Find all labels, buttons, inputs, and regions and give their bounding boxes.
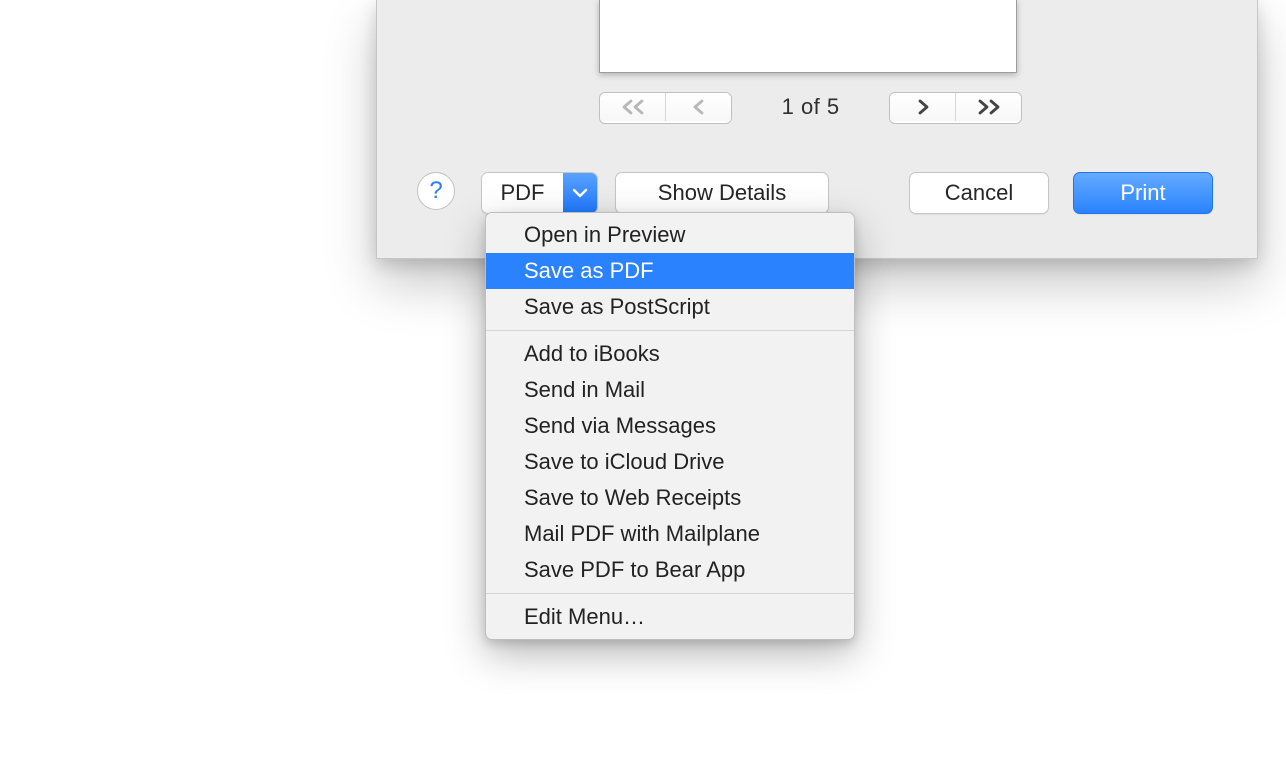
dialog-footer: ? PDF Show Details Cancel Print bbox=[417, 172, 1217, 212]
menu-group-2: Add to iBooksSend in MailSend via Messag… bbox=[486, 336, 854, 588]
menu-separator bbox=[486, 330, 854, 331]
show-details-button[interactable]: Show Details bbox=[615, 172, 829, 214]
cancel-button[interactable]: Cancel bbox=[909, 172, 1049, 214]
print-button[interactable]: Print bbox=[1073, 172, 1213, 214]
menu-item[interactable]: Save to Web Receipts bbox=[486, 480, 854, 516]
preview-navigation: 1 of 5 bbox=[599, 92, 1247, 122]
menu-item[interactable]: Save PDF to Bear App bbox=[486, 552, 854, 588]
nav-forward-segment bbox=[889, 92, 1022, 124]
chevron-right-icon bbox=[914, 99, 932, 115]
prev-page-button[interactable] bbox=[665, 93, 731, 121]
page-indicator: 1 of 5 bbox=[736, 92, 886, 122]
help-icon: ? bbox=[429, 177, 442, 205]
menu-item[interactable]: Edit Menu… bbox=[486, 599, 854, 635]
chevron-down-icon bbox=[572, 188, 588, 198]
pdf-dropdown[interactable]: PDF bbox=[481, 172, 598, 214]
menu-item[interactable]: Send via Messages bbox=[486, 408, 854, 444]
menu-item[interactable]: Save as PostScript bbox=[486, 289, 854, 325]
menu-item[interactable]: Mail PDF with Mailplane bbox=[486, 516, 854, 552]
menu-item[interactable]: Save as PDF bbox=[486, 253, 854, 289]
menu-item[interactable]: Save to iCloud Drive bbox=[486, 444, 854, 480]
menu-group-3: Edit Menu… bbox=[486, 599, 854, 635]
double-chevron-left-icon bbox=[618, 99, 648, 115]
first-page-button[interactable] bbox=[600, 93, 665, 121]
page-preview bbox=[599, 0, 1017, 73]
menu-separator bbox=[486, 593, 854, 594]
menu-item[interactable]: Open in Preview bbox=[486, 217, 854, 253]
menu-item[interactable]: Add to iBooks bbox=[486, 336, 854, 372]
pdf-dropdown-label: PDF bbox=[482, 173, 563, 213]
menu-item[interactable]: Send in Mail bbox=[486, 372, 854, 408]
next-page-button[interactable] bbox=[890, 93, 955, 121]
nav-back-segment bbox=[599, 92, 732, 124]
double-chevron-right-icon bbox=[974, 99, 1004, 115]
pdf-dropdown-menu: Open in PreviewSave as PDFSave as PostSc… bbox=[485, 212, 855, 640]
chevron-left-icon bbox=[690, 99, 708, 115]
menu-group-1: Open in PreviewSave as PDFSave as PostSc… bbox=[486, 217, 854, 325]
pdf-dropdown-arrow bbox=[563, 173, 597, 213]
help-button[interactable]: ? bbox=[417, 172, 455, 210]
last-page-button[interactable] bbox=[955, 93, 1021, 121]
